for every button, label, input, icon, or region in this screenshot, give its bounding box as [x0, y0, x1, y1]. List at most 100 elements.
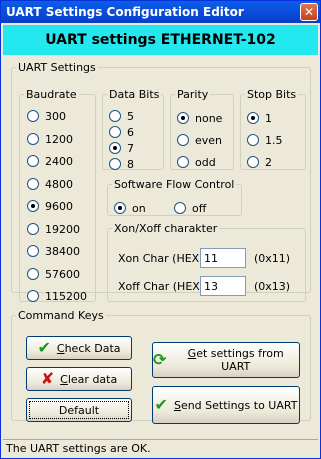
radio-button-icon[interactable]	[27, 177, 39, 190]
parity-option[interactable]: even	[177, 133, 222, 149]
get-settings-label: et settings from UART	[196, 347, 284, 373]
radio-button-icon[interactable]	[247, 134, 259, 146]
baud-option[interactable]: 9600	[27, 199, 73, 215]
radio-label: 7	[127, 142, 134, 155]
uart-settings-group: UART Settings Baudrate 300 1200 2400 4800 96…	[11, 61, 311, 303]
uart-settings-legend: UART Settings	[18, 61, 96, 74]
baudrate-group: Baudrate 300 1200 2400 4800 9600 19200 38400 57…	[19, 88, 96, 305]
radio-label: 4800	[45, 177, 73, 191]
check-data-label: heck Data	[64, 341, 121, 355]
xon-input[interactable]	[200, 248, 246, 268]
xon-xoff-legend: Xon/Xoff charakter	[114, 222, 218, 235]
radio-button-icon[interactable]	[27, 267, 39, 280]
radio-label: off	[192, 202, 207, 215]
baud-option[interactable]: 19200	[27, 222, 80, 238]
baudrate-legend: Baudrate	[26, 88, 77, 101]
radio-label: 5	[127, 110, 134, 123]
xon-xoff-group: Xon/Xoff charakter Xon Char (HEX) (0x11)…	[107, 222, 306, 302]
flow-option[interactable]: on	[114, 201, 146, 217]
radio-label: 57600	[45, 267, 80, 281]
clear-data-label: lear data	[67, 372, 118, 386]
radio-button-icon[interactable]	[247, 112, 259, 124]
radio-label: 19200	[45, 222, 80, 236]
baud-option[interactable]: 1200	[27, 132, 73, 148]
flow-option[interactable]: off	[174, 201, 206, 217]
radio-button-icon[interactable]	[177, 112, 189, 124]
radio-label: 1200	[45, 132, 73, 146]
get-settings-button[interactable]: ⟳ Get settings from UART	[152, 342, 300, 378]
radio-label: 6	[127, 126, 134, 139]
baud-option[interactable]: 38400	[27, 244, 80, 260]
baud-option[interactable]: 115200	[27, 289, 87, 305]
radio-button-icon[interactable]	[247, 156, 259, 168]
parity-option[interactable]: none	[177, 111, 222, 127]
check-data-accel: C	[56, 341, 65, 355]
stop-bits-legend: Stop Bits	[247, 88, 297, 101]
parity-group: Parity none even odd	[170, 88, 234, 170]
flow-control-group: Software Flow Control on off	[107, 178, 242, 216]
stopbits-option[interactable]: 1.5	[247, 133, 283, 149]
parity-legend: Parity	[177, 88, 209, 101]
xoff-input[interactable]	[200, 276, 246, 296]
radio-button-icon[interactable]	[27, 290, 39, 302]
parity-option[interactable]: odd	[177, 155, 216, 171]
radio-button-icon[interactable]	[27, 110, 39, 122]
window-title: UART Settings Configuration Editor	[6, 5, 244, 19]
radio-label: 9600	[45, 200, 73, 213]
stop-bits-group: Stop Bits 1 1.5 2	[240, 88, 306, 170]
databits-option[interactable]: 5	[109, 109, 134, 125]
radio-button-icon[interactable]	[177, 134, 189, 146]
baud-option[interactable]: 4800	[27, 177, 73, 193]
refresh-icon: ⟳	[153, 350, 167, 369]
radio-button-icon[interactable]	[109, 158, 121, 170]
check-data-button[interactable]: ✔ Check Data	[26, 336, 132, 360]
radio-button-icon[interactable]	[109, 142, 121, 154]
xoff-label: Xoff Char (HEX)	[118, 280, 205, 293]
main-panel: UART Settings Baudrate 300 1200 2400 4800 96…	[3, 55, 318, 439]
radio-label: 8	[127, 158, 134, 171]
app-window: UART Settings Configuration Editor ✕ UAR…	[0, 0, 321, 459]
default-button[interactable]: Default	[26, 398, 132, 422]
command-keys-legend: Command Keys	[18, 309, 104, 322]
header-banner: UART settings ETHERNET-102	[3, 25, 318, 55]
databits-option[interactable]: 6	[109, 125, 134, 141]
radio-button-icon[interactable]	[177, 156, 189, 168]
check-icon: ✔	[37, 338, 51, 357]
radio-label: 115200	[45, 290, 87, 303]
radio-button-icon[interactable]	[174, 202, 186, 214]
baud-option[interactable]: 2400	[27, 154, 73, 170]
radio-label: odd	[195, 156, 216, 169]
xoff-hint: (0x13)	[254, 280, 291, 293]
get-settings-accel: G	[187, 347, 197, 360]
radio-button-icon[interactable]	[27, 200, 39, 212]
baud-option[interactable]: 300	[27, 109, 66, 125]
radio-button-icon[interactable]	[109, 110, 121, 122]
flow-control-legend: Software Flow Control	[114, 178, 235, 191]
stopbits-option[interactable]: 1	[247, 111, 272, 127]
radio-button-icon[interactable]	[27, 155, 39, 167]
databits-option[interactable]: 8	[109, 157, 134, 173]
radio-button-icon[interactable]	[114, 202, 126, 214]
close-button[interactable]: ✕	[300, 3, 318, 21]
clear-data-button[interactable]: ✘ Clear data	[26, 367, 132, 391]
radio-label: 38400	[45, 245, 80, 258]
command-keys-group: Command Keys ✔ Check Data ✘ Clear data D…	[11, 309, 311, 424]
databits-option[interactable]: 7	[109, 141, 134, 157]
status-bar: The UART settings are OK.	[3, 439, 318, 457]
stopbits-option[interactable]: 2	[247, 155, 272, 171]
check-icon: ✔	[154, 395, 168, 414]
x-icon: ✘	[40, 369, 55, 388]
radio-label: 2400	[45, 155, 73, 168]
radio-label: 2	[265, 156, 272, 169]
radio-button-icon[interactable]	[27, 132, 39, 145]
send-settings-label: end Settings to UART	[180, 398, 298, 412]
default-label: Default	[58, 403, 100, 417]
radio-label: 1	[265, 112, 272, 125]
radio-button-icon[interactable]	[109, 126, 121, 138]
send-settings-button[interactable]: ✔ Send Settings to UART	[152, 386, 300, 424]
send-settings-accel: S	[173, 398, 181, 412]
radio-label: on	[132, 202, 146, 215]
radio-button-icon[interactable]	[27, 245, 39, 257]
radio-button-icon[interactable]	[27, 222, 39, 235]
baud-option[interactable]: 57600	[27, 267, 80, 283]
